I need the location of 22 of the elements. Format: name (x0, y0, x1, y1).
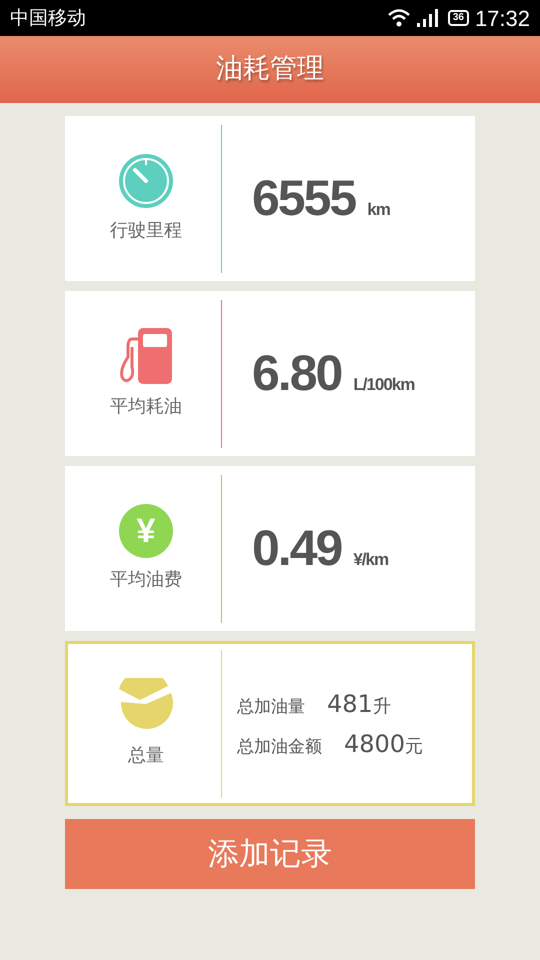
total-label: 总加油金额 (237, 736, 322, 758)
stat-value: 6555 (252, 169, 356, 228)
stat-value: 6.80 (252, 344, 342, 403)
stat-unit: ¥/km (353, 549, 388, 571)
card-label: 总量 (128, 744, 164, 768)
page-title: 油耗管理 (216, 52, 324, 86)
add-record-button[interactable]: 添加记录 (65, 819, 475, 889)
clock-time: 17:32 (474, 4, 530, 32)
stat-value: 0.49 (252, 519, 342, 578)
total-value: 4800元 (344, 728, 424, 760)
card-label: 平均耗油 (110, 395, 182, 419)
stat-unit: L/100km (353, 374, 414, 396)
yen-coin-icon: ¥ (119, 504, 173, 558)
signal-icon (416, 9, 438, 27)
wifi-icon (388, 9, 410, 27)
total-label: 总加油量 (237, 696, 305, 718)
card-label: 平均油费 (110, 568, 182, 592)
total-value: 481升 (327, 688, 391, 720)
battery-indicator: 36 (448, 10, 469, 26)
carrier-name: 中国移动 (10, 6, 86, 31)
stat-unit: km (367, 199, 390, 221)
card-label: 行驶里程 (110, 219, 182, 243)
